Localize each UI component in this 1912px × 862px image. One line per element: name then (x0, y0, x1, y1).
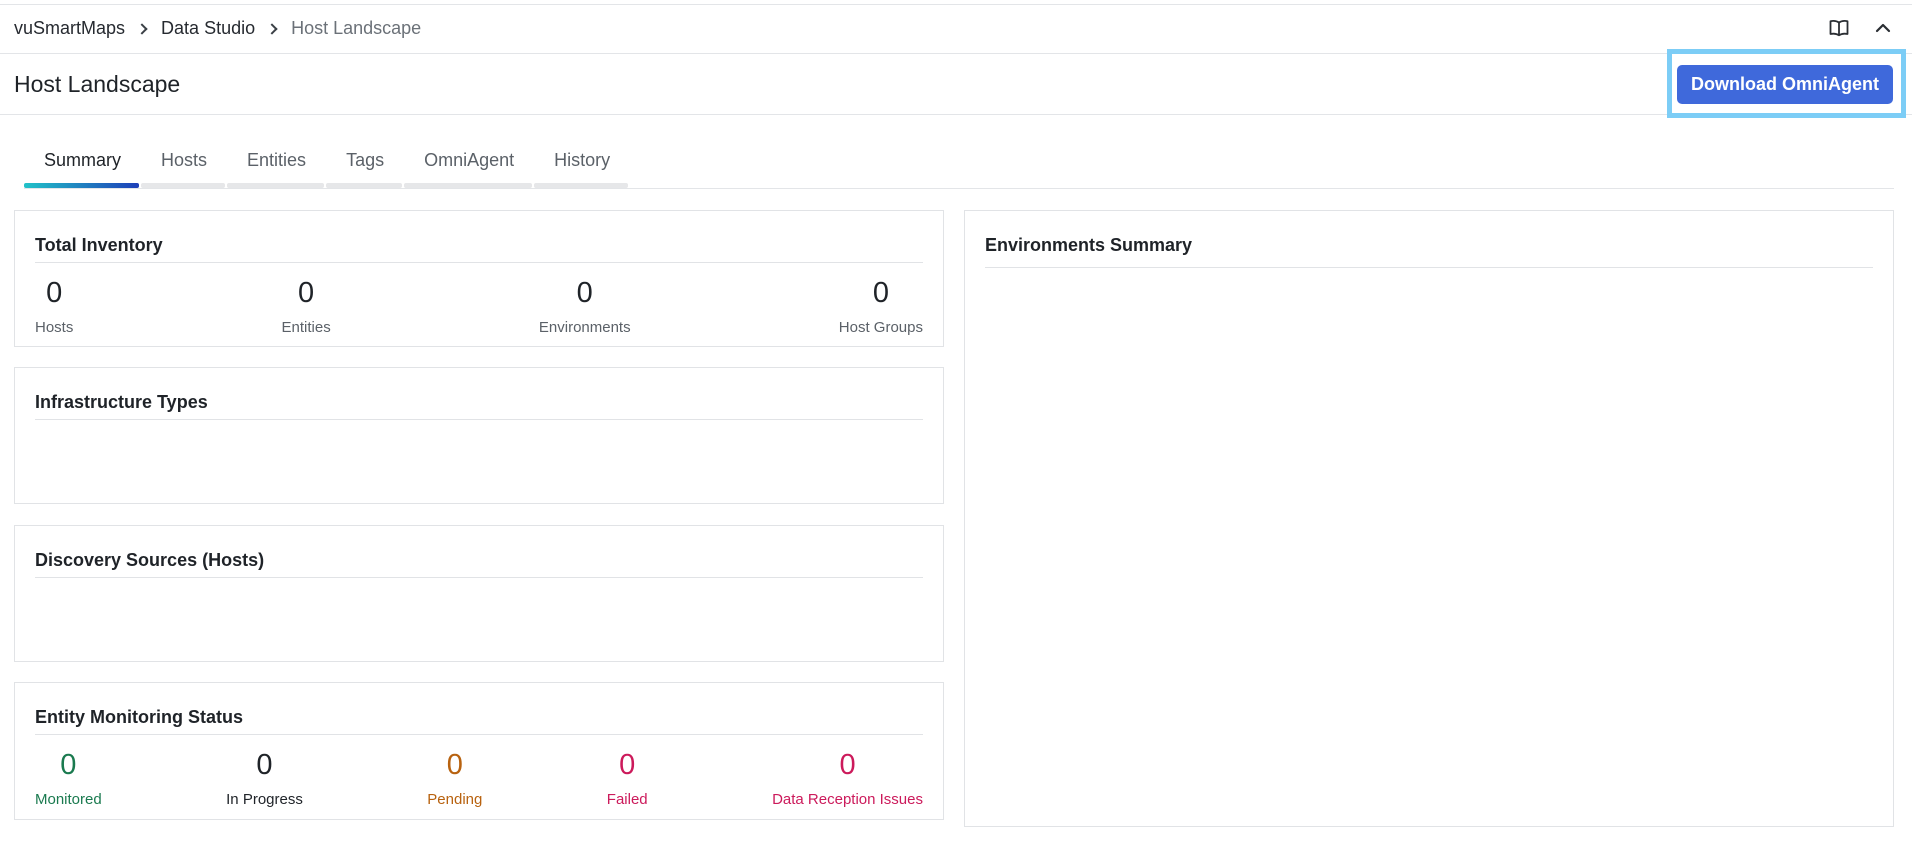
card-divider (985, 267, 1873, 268)
stat-failed[interactable]: 0 Failed (607, 747, 648, 808)
breadcrumb: vuSmartMaps Data Studio Host Landscape (14, 18, 421, 39)
breadcrumb-vusmartmaps[interactable]: vuSmartMaps (14, 18, 125, 39)
stat-label: Monitored (35, 791, 102, 808)
entity-monitoring-card: Entity Monitoring Status 0 Monitored 0 I… (14, 682, 944, 820)
tab-hosts[interactable]: Hosts (141, 150, 227, 188)
stat-value: 0 (576, 277, 593, 309)
card-title: Entity Monitoring Status (35, 707, 243, 727)
stat-value: 0 (46, 277, 63, 309)
stat-value: 0 (619, 749, 636, 781)
total-inventory-card: Total Inventory 0 Hosts 0 Entities 0 Env… (14, 210, 944, 347)
stat-label: Pending (427, 791, 483, 808)
infrastructure-types-card: Infrastructure Types (14, 367, 944, 504)
card-title: Environments Summary (985, 235, 1193, 255)
breadcrumb-host-landscape: Host Landscape (291, 18, 422, 38)
stat-value: 0 (256, 749, 273, 781)
breadcrumb-bar: vuSmartMaps Data Studio Host Landscape (0, 5, 1912, 54)
tab-bar: Summary Hosts Entities Tags OmniAgent Hi… (24, 150, 630, 188)
inventory-stats: 0 Hosts 0 Entities 0 Environments 0 Host… (35, 275, 923, 336)
chevron-up-icon[interactable] (1872, 17, 1894, 39)
stat-monitored[interactable]: 0 Monitored (35, 747, 102, 808)
stat-value: 0 (839, 749, 856, 781)
stat-label: Hosts (35, 319, 74, 336)
stat-label: Environments (538, 319, 631, 336)
top-actions (1828, 17, 1894, 39)
card-title: Discovery Sources (Hosts) (35, 550, 265, 570)
card-title: Total Inventory (35, 235, 163, 255)
stat-host-groups[interactable]: 0 Host Groups (839, 275, 923, 336)
page-title: Host Landscape (14, 71, 181, 97)
chevron-right-icon (136, 22, 148, 35)
page-header: Host Landscape Download OmniAgent (0, 49, 1912, 118)
card-divider (35, 734, 923, 735)
stat-label: Entities (281, 319, 331, 336)
stat-label: Data Reception Issues (772, 791, 923, 808)
stat-label: Failed (606, 791, 648, 808)
card-divider (35, 262, 923, 263)
stat-label: Host Groups (838, 319, 923, 336)
chevron-right-icon (266, 22, 278, 35)
book-icon[interactable] (1828, 17, 1850, 39)
tab-omniagent[interactable]: OmniAgent (404, 150, 534, 188)
discovery-sources-card: Discovery Sources (Hosts) (14, 525, 944, 662)
card-title: Infrastructure Types (35, 392, 208, 412)
tab-entities[interactable]: Entities (227, 150, 326, 188)
stat-entities[interactable]: 0 Entities (282, 275, 331, 336)
card-divider (35, 419, 923, 420)
tabs-divider (24, 188, 1894, 189)
stat-in-progress[interactable]: 0 In Progress (226, 747, 303, 808)
stat-value: 0 (872, 277, 889, 309)
download-omniagent-button[interactable]: Download OmniAgent (1677, 65, 1893, 104)
stat-value: 0 (446, 749, 463, 781)
tab-history[interactable]: History (534, 150, 630, 188)
stat-environments[interactable]: 0 Environments (539, 275, 631, 336)
stat-hosts[interactable]: 0 Hosts (35, 275, 73, 336)
breadcrumb-data-studio[interactable]: Data Studio (161, 18, 255, 39)
stat-data-reception-issues[interactable]: 0 Data Reception Issues (772, 747, 923, 808)
card-divider (35, 577, 923, 578)
stat-pending[interactable]: 0 Pending (427, 747, 482, 808)
stat-value: 0 (60, 749, 77, 781)
environments-summary-card: Environments Summary (964, 210, 1894, 827)
monitoring-stats: 0 Monitored 0 In Progress 0 Pending 0 Fa… (35, 747, 923, 808)
stat-value: 0 (298, 277, 315, 309)
tab-tags[interactable]: Tags (326, 150, 404, 188)
tab-summary[interactable]: Summary (24, 150, 141, 188)
stat-label: In Progress (226, 791, 303, 808)
